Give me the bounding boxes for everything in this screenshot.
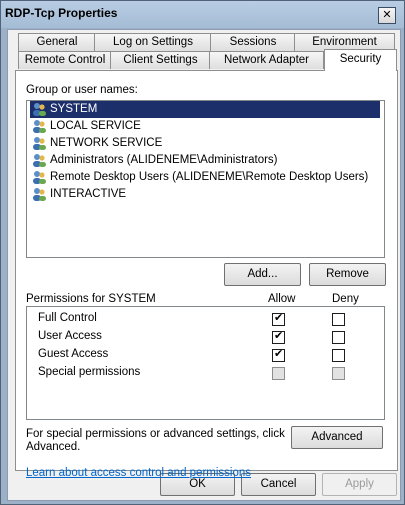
security-panel: Group or user names: SYSTEM LOCAL SERVIC… bbox=[15, 70, 398, 479]
tab-general[interactable]: General bbox=[18, 33, 96, 51]
list-item[interactable]: Administrators (ALIDENEME\Administrators… bbox=[30, 152, 380, 169]
advanced-hint-line2: Advanced. bbox=[26, 441, 81, 453]
list-item[interactable]: NETWORK SERVICE bbox=[30, 135, 380, 152]
allow-header: Allow bbox=[268, 293, 296, 305]
close-icon[interactable]: ✕ bbox=[378, 7, 396, 24]
add-button[interactable]: Add... bbox=[224, 263, 301, 286]
permissions-list: Full Control ✔ User Access ✔ Guest Acces… bbox=[26, 306, 385, 420]
user-group-icon bbox=[33, 103, 46, 116]
tab-network-adapter[interactable]: Network Adapter bbox=[209, 51, 324, 69]
advanced-button[interactable]: Advanced bbox=[291, 426, 383, 449]
permissions-title: Permissions for SYSTEM bbox=[26, 293, 156, 305]
window-title: RDP-Tcp Properties bbox=[5, 6, 118, 20]
tab-remote-control[interactable]: Remote Control bbox=[18, 51, 112, 69]
tab-client-settings[interactable]: Client Settings bbox=[110, 51, 211, 69]
list-item[interactable]: LOCAL SERVICE bbox=[30, 118, 380, 135]
tab-security[interactable]: Security bbox=[324, 49, 397, 71]
allow-full-control-checkbox[interactable]: ✔ bbox=[272, 312, 285, 326]
permission-row: Guest Access ✔ bbox=[27, 346, 384, 364]
learn-more-link[interactable]: Learn about access control and permissio… bbox=[26, 467, 251, 479]
apply-button[interactable]: Apply bbox=[322, 473, 397, 496]
groups-label: Group or user names: bbox=[26, 84, 138, 96]
user-group-icon bbox=[33, 171, 46, 184]
permission-row: User Access ✔ bbox=[27, 328, 384, 346]
checkmark-icon: ✔ bbox=[274, 330, 284, 342]
allow-guest-access-checkbox[interactable]: ✔ bbox=[272, 348, 285, 362]
tab-log-on-settings[interactable]: Log on Settings bbox=[94, 33, 212, 51]
remove-button[interactable]: Remove bbox=[309, 263, 386, 286]
advanced-hint-line1: For special permissions or advanced sett… bbox=[26, 428, 285, 440]
dialog-body: General Log on Settings Sessions Environ… bbox=[7, 29, 401, 501]
permission-row: Special permissions bbox=[27, 364, 384, 382]
deny-user-access-checkbox[interactable] bbox=[332, 331, 345, 344]
allow-user-access-checkbox[interactable]: ✔ bbox=[272, 330, 285, 344]
list-item[interactable]: Remote Desktop Users (ALIDENEME\Remote D… bbox=[30, 169, 380, 186]
user-group-icon bbox=[33, 154, 46, 167]
checkmark-icon: ✔ bbox=[274, 348, 284, 360]
list-item[interactable]: INTERACTIVE bbox=[30, 186, 380, 203]
cancel-button[interactable]: Cancel bbox=[241, 473, 316, 496]
tab-sessions[interactable]: Sessions bbox=[210, 33, 296, 51]
checkmark-icon: ✔ bbox=[274, 312, 284, 324]
properties-dialog: RDP-Tcp Properties ✕ General Log on Sett… bbox=[0, 0, 405, 505]
user-group-icon bbox=[33, 120, 46, 133]
deny-guest-access-checkbox[interactable] bbox=[332, 349, 345, 362]
list-item[interactable]: SYSTEM bbox=[30, 101, 380, 118]
allow-special-permissions-checkbox bbox=[272, 367, 285, 380]
permission-row: Full Control ✔ bbox=[27, 310, 384, 328]
title-bar: RDP-Tcp Properties ✕ bbox=[1, 1, 404, 28]
user-group-icon bbox=[33, 137, 46, 150]
deny-header: Deny bbox=[332, 293, 359, 305]
deny-special-permissions-checkbox bbox=[332, 367, 345, 380]
deny-full-control-checkbox[interactable] bbox=[332, 313, 345, 326]
group-user-list[interactable]: SYSTEM LOCAL SERVICE NETWORK SERVICE Adm… bbox=[26, 100, 385, 258]
user-group-icon bbox=[33, 188, 46, 201]
